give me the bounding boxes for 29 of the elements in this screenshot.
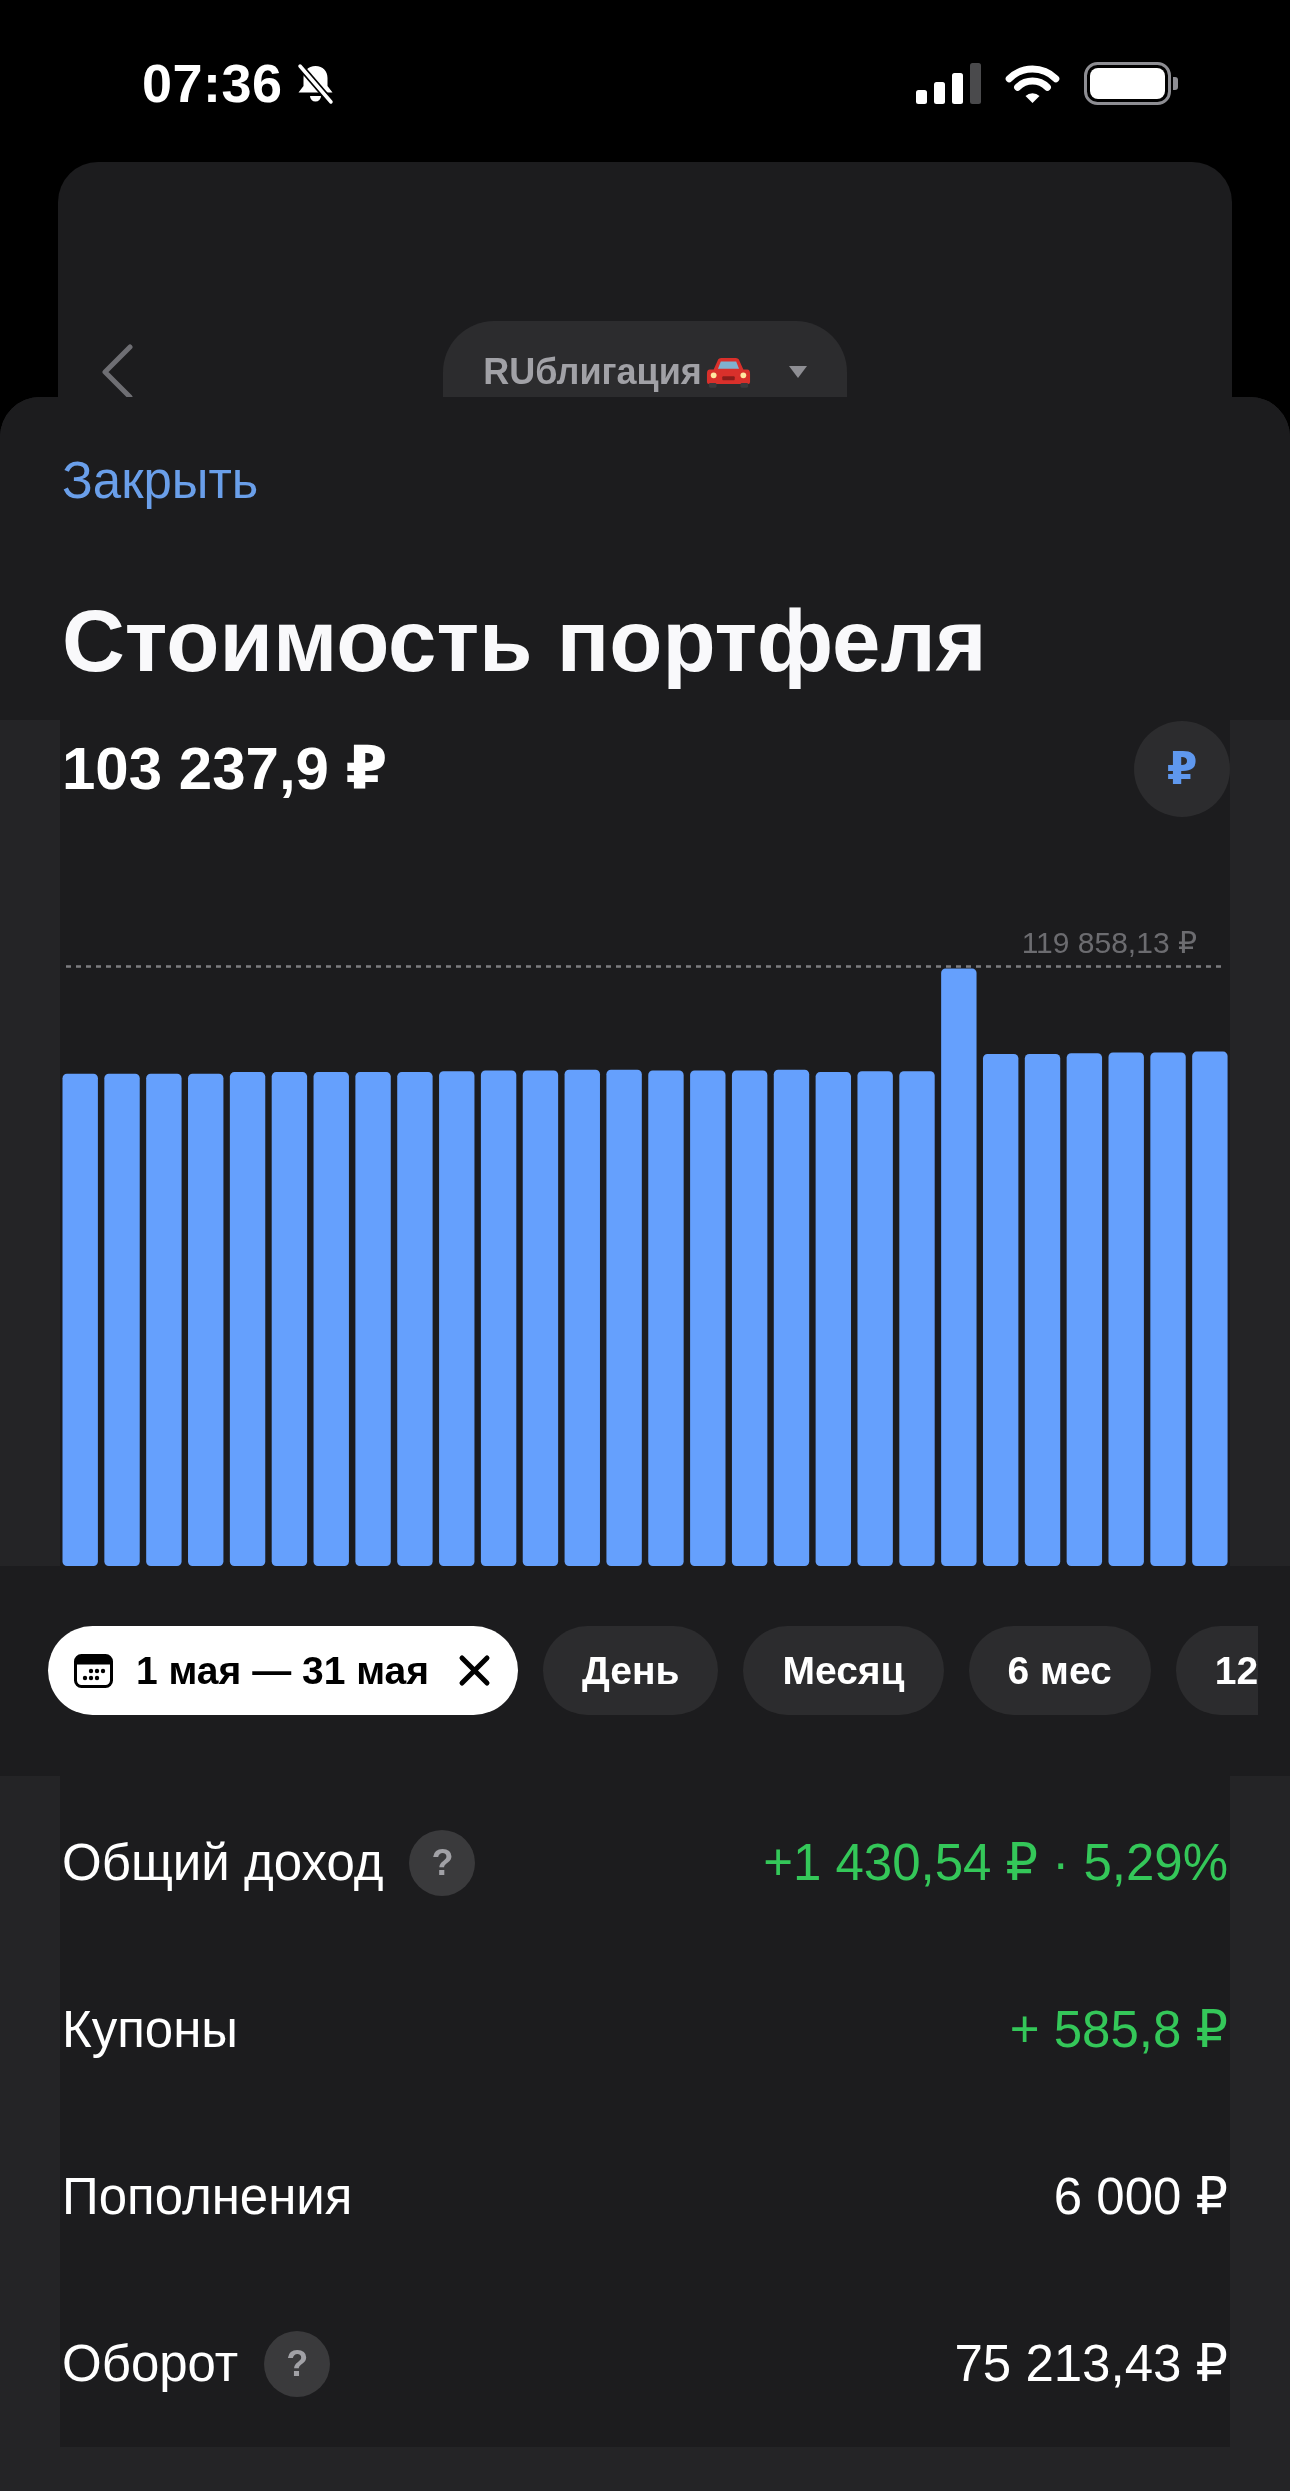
portfolio-dropdown[interactable]: RUблигация bbox=[443, 321, 847, 397]
period-chip[interactable]: 12 bbox=[1175, 1626, 1259, 1715]
car-icon bbox=[705, 356, 751, 388]
stat-value: 75 213,43 ₽ bbox=[954, 2333, 1228, 2394]
stat-value: +1 430,54 ₽ · 5,29% bbox=[763, 1832, 1228, 1893]
period-chip[interactable]: Месяц bbox=[743, 1626, 944, 1715]
stat-label: Оборот bbox=[62, 2333, 239, 2394]
stat-value: 6 000 ₽ bbox=[1053, 2166, 1228, 2227]
caret-icon bbox=[788, 366, 807, 378]
stat-label: Купоны bbox=[62, 1999, 238, 2060]
battery-icon bbox=[1084, 61, 1178, 105]
sheet-title: Стоимость портфеля bbox=[62, 592, 987, 690]
stat-label: Общий доход bbox=[62, 1832, 384, 1893]
status-time: 07:36 bbox=[142, 55, 283, 111]
signal-icon bbox=[916, 62, 981, 104]
help-button[interactable]: ? bbox=[409, 1829, 476, 1896]
calendar-icon bbox=[74, 1653, 113, 1688]
stat-label: Пополнения bbox=[62, 2166, 353, 2227]
back-icon[interactable] bbox=[100, 344, 134, 397]
help-button[interactable]: ? bbox=[264, 2330, 331, 2397]
portfolio-value: 103 237,9 ₽ bbox=[62, 733, 388, 804]
currency-button[interactable]: ₽ bbox=[1134, 720, 1230, 817]
period-chip[interactable]: 6 мес bbox=[968, 1626, 1151, 1715]
period-chip[interactable]: День bbox=[543, 1626, 719, 1715]
close-icon[interactable] bbox=[458, 1654, 491, 1687]
period-chip[interactable]: 1 мая — 31 мая bbox=[48, 1626, 518, 1715]
max-value-label: 119 858,13 ₽ bbox=[1021, 925, 1197, 961]
stat-value: + 585,8 ₽ bbox=[1009, 1999, 1228, 2060]
close-link[interactable]: Закрыть bbox=[62, 451, 259, 511]
